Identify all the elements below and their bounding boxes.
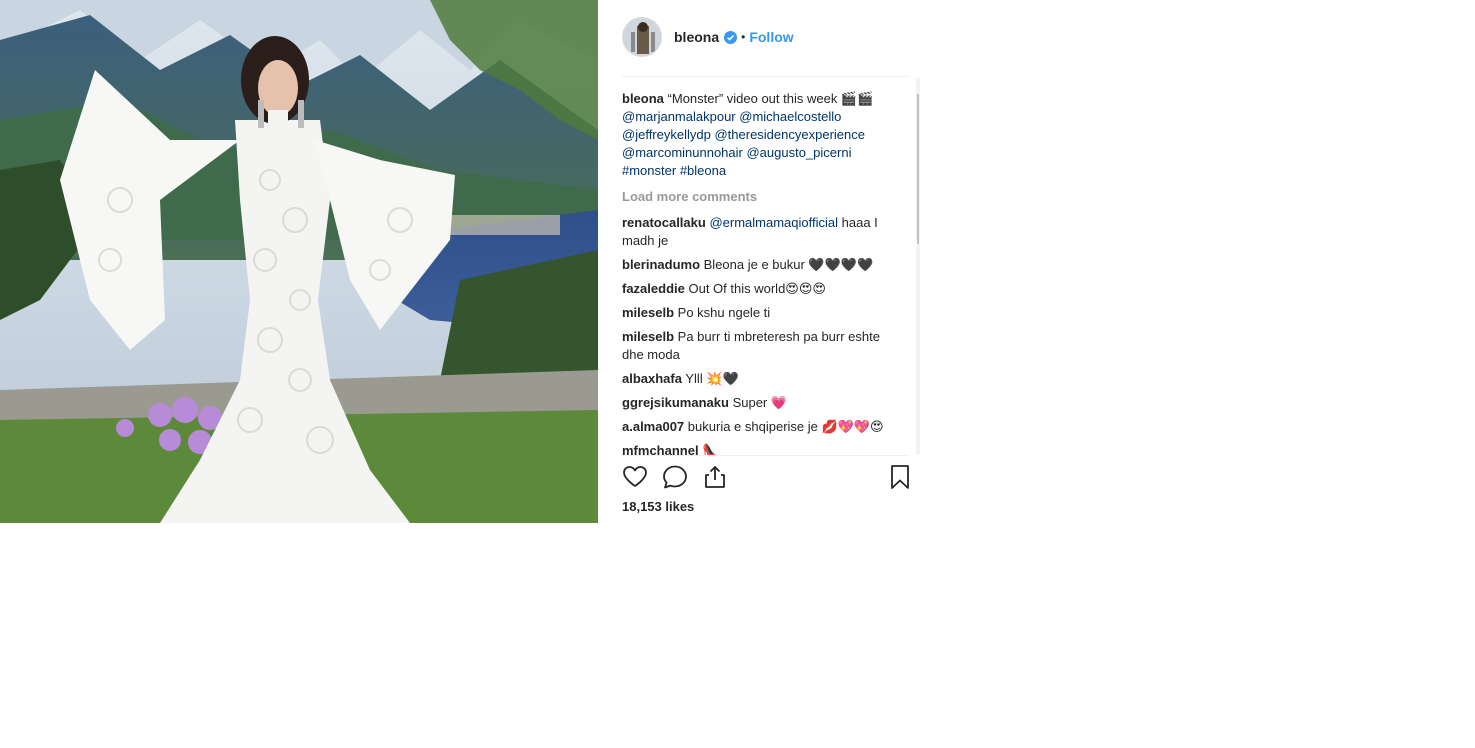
comments-scrollbar-thumb[interactable] — [917, 94, 919, 244]
comment-text: Po kshu ngele ti — [677, 305, 771, 320]
post-photo — [0, 0, 598, 523]
comment-username[interactable]: albaxhafa — [622, 371, 682, 386]
list-item: blerinadumo Bleona je e bukur 🖤🖤🖤🖤 — [622, 256, 892, 274]
post-header: bleona • Follow — [622, 16, 908, 58]
comment-username[interactable]: mfmchannel — [622, 443, 699, 455]
list-item: mileselb Po kshu ngele ti — [622, 304, 892, 322]
load-more-comments-button[interactable]: Load more comments — [622, 188, 918, 206]
comment-username[interactable]: mileselb — [622, 305, 674, 320]
bookmark-icon[interactable] — [888, 464, 916, 492]
comment-username[interactable]: ggrejsikumanaku — [622, 395, 729, 410]
list-item: mfmchannel 👠 — [622, 442, 892, 455]
avatar[interactable] — [622, 17, 662, 57]
caption-tag[interactable]: @theresidencyexperience — [714, 127, 865, 142]
caption: bleona “Monster” video out this week 🎬🎬 … — [622, 78, 892, 180]
post-image[interactable] — [0, 0, 598, 523]
comment-username[interactable]: blerinadumo — [622, 257, 700, 272]
comment-text: Ylll 💥🖤 — [685, 371, 739, 386]
username-link[interactable]: bleona — [674, 29, 719, 45]
post-actions-bar — [622, 464, 912, 494]
list-item: ggrejsikumanaku Super 💗 — [622, 394, 892, 412]
header-divider — [622, 76, 908, 77]
comment-username[interactable]: mileselb — [622, 329, 674, 344]
heart-icon[interactable] — [622, 464, 650, 492]
share-icon[interactable] — [702, 464, 730, 492]
caption-tag[interactable]: @marjanmalakpour — [622, 109, 736, 124]
caption-hashtag[interactable]: #bleona — [680, 163, 726, 178]
caption-tag[interactable]: @augusto_picerni — [746, 145, 851, 160]
avatar-image — [623, 18, 661, 56]
comment-text: bukuria e shqiperise je 💋💖💖😍 — [687, 419, 884, 434]
comment-text: Super 💗 — [732, 395, 788, 410]
verified-badge-icon — [724, 30, 738, 44]
list-item: renatocallaku @ermalmamaqiofficial haaa … — [622, 214, 892, 250]
list-item: fazaleddie Out Of this world😍😍😍 — [622, 280, 892, 298]
likes-count[interactable]: 18,153 likes — [622, 499, 694, 514]
caption-text: “Monster” video out this week 🎬🎬 — [667, 91, 874, 106]
caption-tag[interactable]: @jeffreykellydp — [622, 127, 711, 142]
comment-text: Bleona je e bukur 🖤🖤🖤🖤 — [703, 257, 874, 272]
list-item: albaxhafa Ylll 💥🖤 — [622, 370, 892, 388]
caption-tag[interactable]: @marcominunnohair — [622, 145, 743, 160]
list-item: mileselb Pa burr ti mbreteresh pa burr e… — [622, 328, 892, 364]
comment-username[interactable]: a.alma007 — [622, 419, 684, 434]
comment-username[interactable]: renatocallaku — [622, 215, 706, 230]
caption-tag[interactable]: @michaelcostello — [739, 109, 841, 124]
comment-text: 👠 — [702, 443, 719, 455]
comment-icon[interactable] — [662, 464, 690, 492]
separator-dot: • — [741, 30, 746, 44]
caption-hashtag[interactable]: #monster — [622, 163, 676, 178]
list-item: a.alma007 bukuria e shqiperise je 💋💖💖😍 — [622, 418, 892, 436]
follow-button[interactable]: Follow — [749, 29, 793, 45]
comments-list[interactable]: bleona “Monster” video out this week 🎬🎬 … — [622, 78, 918, 455]
comment-text: Out Of this world😍😍😍 — [688, 281, 826, 296]
caption-username[interactable]: bleona — [622, 91, 664, 106]
comment-username[interactable]: fazaleddie — [622, 281, 685, 296]
actions-divider — [622, 455, 908, 456]
comment-mention[interactable]: @ermalmamaqiofficial — [709, 215, 838, 230]
